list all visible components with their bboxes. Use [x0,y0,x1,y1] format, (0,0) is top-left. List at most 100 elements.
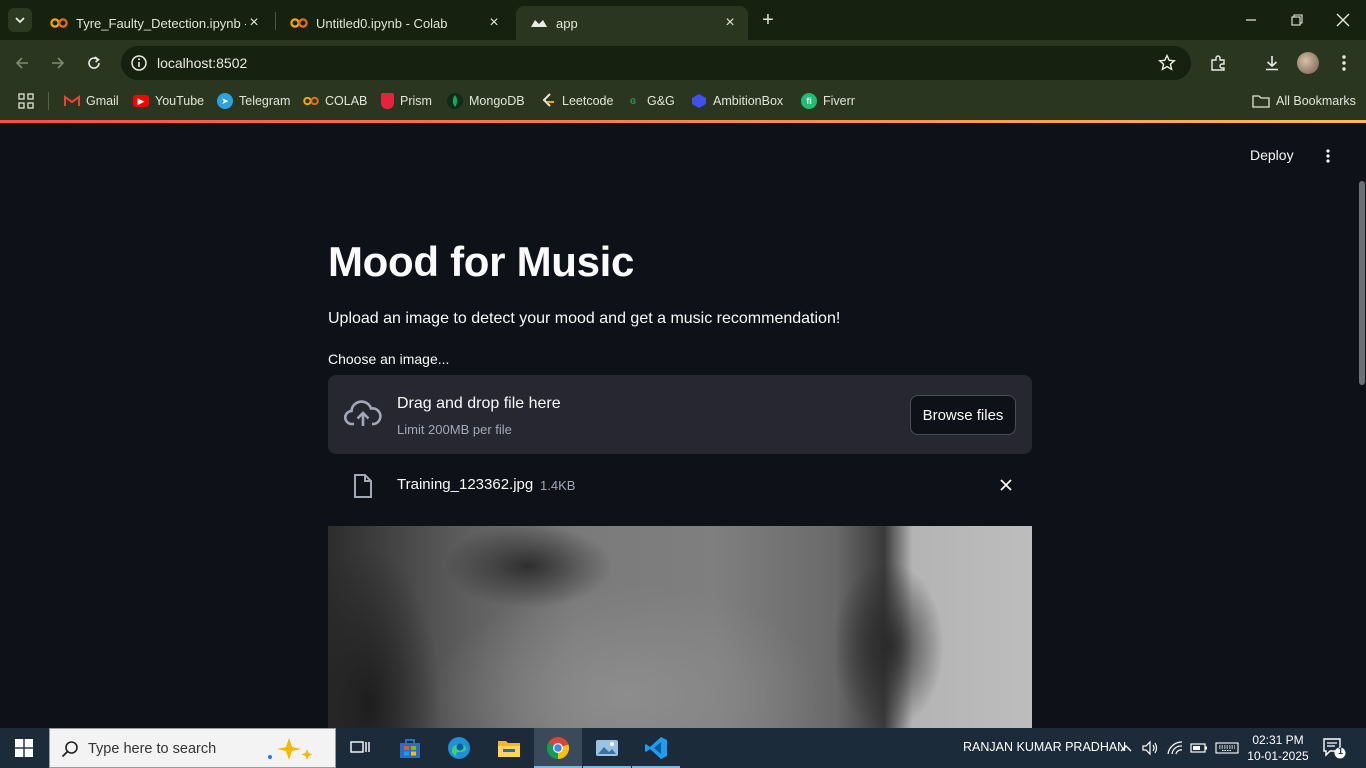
fiverr-icon: fi [801,93,817,109]
youtube-icon: ▶ [133,95,149,107]
taskbar-file-explorer[interactable] [485,728,533,768]
bookmarks-separator [48,92,49,110]
site-info-icon[interactable] [129,53,149,73]
volume-icon [1142,740,1158,756]
profile-avatar[interactable] [1297,52,1319,74]
browser-menu-button[interactable] [1333,52,1355,74]
tray-volume[interactable] [1140,738,1160,758]
apps-button[interactable] [18,92,34,110]
tab-label: Tyre_Faulty_Detection.ipynb - C [76,15,246,31]
task-view-button[interactable] [336,728,384,768]
bookmark-star-icon[interactable] [1157,53,1177,73]
bookmark-mongodb[interactable]: MongoDB [447,92,525,110]
file-explorer-icon [498,741,520,757]
folder-icon [1252,95,1270,108]
gfg-icon: ɞ [629,95,637,107]
bookmark-ambitionbox[interactable]: AmbitionBox [691,92,783,110]
page-title: Mood for Music [328,238,635,285]
tray-battery[interactable] [1189,738,1209,758]
file-icon [354,474,372,498]
file-uploader-label: Choose an image... [328,351,450,367]
bookmark-gmail[interactable]: Gmail [64,92,119,110]
tray-overflow-button[interactable] [1116,738,1136,758]
reload-button[interactable] [83,52,105,74]
taskbar-vscode[interactable] [632,728,680,768]
notification-center-button[interactable]: 1 [1322,737,1346,759]
bookmark-colab[interactable]: COLAB [303,92,367,110]
tab-label: app [556,15,578,31]
restore-button[interactable] [1274,0,1320,40]
bookmark-leetcode[interactable]: Leetcode [540,92,613,110]
deploy-button[interactable]: Deploy [1250,147,1294,163]
taskbar-photos[interactable] [583,728,631,768]
colab-icon [50,18,68,28]
taskbar-store[interactable] [386,728,434,768]
tab-app[interactable]: app × [516,6,748,40]
gmail-icon [64,93,80,109]
bookmark-prism[interactable]: Prism [381,92,432,110]
all-bookmarks-button[interactable]: All Bookmarks [1252,92,1356,110]
extensions-button[interactable] [1207,52,1229,74]
windows-logo-icon [15,739,33,757]
photos-icon [596,740,618,756]
keyboard-icon [1215,742,1239,754]
tray-wifi[interactable] [1165,738,1185,758]
downloads-button[interactable] [1261,52,1283,74]
wifi-icon [1167,741,1183,755]
bookmarks-bar [0,86,1366,120]
copilot-sparkle-icon[interactable] [265,735,325,763]
file-dropzone[interactable]: Drag and drop file here Limit 200MB per … [328,375,1032,454]
dropzone-limit: Limit 200MB per file [397,422,512,437]
start-button[interactable] [0,728,48,768]
tab-search-button[interactable] [8,8,32,32]
back-button[interactable] [11,52,33,74]
bookmark-youtube[interactable]: ▶ YouTube [133,92,204,110]
bookmark-label: Prism [400,94,432,108]
tab-label: Untitled0.ipynb - Colab [316,15,448,31]
tab-close-icon[interactable]: × [246,14,262,31]
uploaded-file-size: 1.4KB [540,478,576,493]
remove-file-button[interactable] [996,475,1016,495]
tab-untitled0[interactable]: Untitled0.ipynb - Colab × [276,6,512,40]
taskbar-search-box[interactable]: Type here to search [49,728,336,768]
tab-tyre-faulty-detection[interactable]: Tyre_Faulty_Detection.ipynb - C × [36,6,272,40]
uploaded-file-row: Training_123362.jpg 1.4KB [328,465,1032,505]
notification-count: 1 [1337,746,1343,756]
close-window-button[interactable] [1320,0,1366,40]
clock-time: 02:31 PM [1252,733,1304,747]
taskbar-clock[interactable]: 02:31 PM 10-01-2025 [1246,732,1310,764]
close-icon [1336,13,1350,27]
bookmark-gfg[interactable]: ɞ G&G [625,92,675,110]
chrome-icon [547,737,570,760]
browse-files-button[interactable]: Browse files [910,395,1016,435]
arrow-left-icon [15,57,28,69]
minimize-button[interactable] [1228,0,1274,40]
tab-close-icon[interactable]: × [722,14,738,31]
mongodb-icon [447,93,463,109]
forward-button[interactable] [47,52,69,74]
bookmark-label: AmbitionBox [713,94,784,108]
bookmark-label: Gmail [86,94,119,108]
bookmark-label: Fiverr [823,94,855,108]
tray-keyboard[interactable] [1214,738,1240,758]
dropzone-instructions: Drag and drop file here [397,395,561,412]
more-vertical-icon [1342,55,1346,71]
close-icon [1000,479,1012,491]
taskbar-search-placeholder: Type here to search [88,741,217,757]
taskbar-edge[interactable] [435,728,483,768]
tray-user-name[interactable]: RANJAN KUMAR PRADHAN [963,740,1126,754]
page-subtitle: Upload an image to detect your mood and … [328,310,841,327]
bookmark-telegram[interactable]: ➤ Telegram [217,92,290,110]
page-scrollbar[interactable] [1359,181,1365,385]
task-view-icon [350,741,370,753]
restore-icon [1291,14,1303,26]
url-text[interactable]: localhost:8502 [157,55,247,71]
app-menu-button[interactable] [1318,145,1338,167]
tab-close-icon[interactable]: × [486,14,502,31]
bookmark-fiverr[interactable]: fi Fiverr [801,92,855,110]
new-tab-button[interactable]: + [757,9,779,31]
reload-icon [88,56,100,69]
taskbar-chrome[interactable] [534,728,582,768]
address-bar[interactable]: localhost:8502 [121,46,1191,80]
battery-icon [1190,743,1207,753]
